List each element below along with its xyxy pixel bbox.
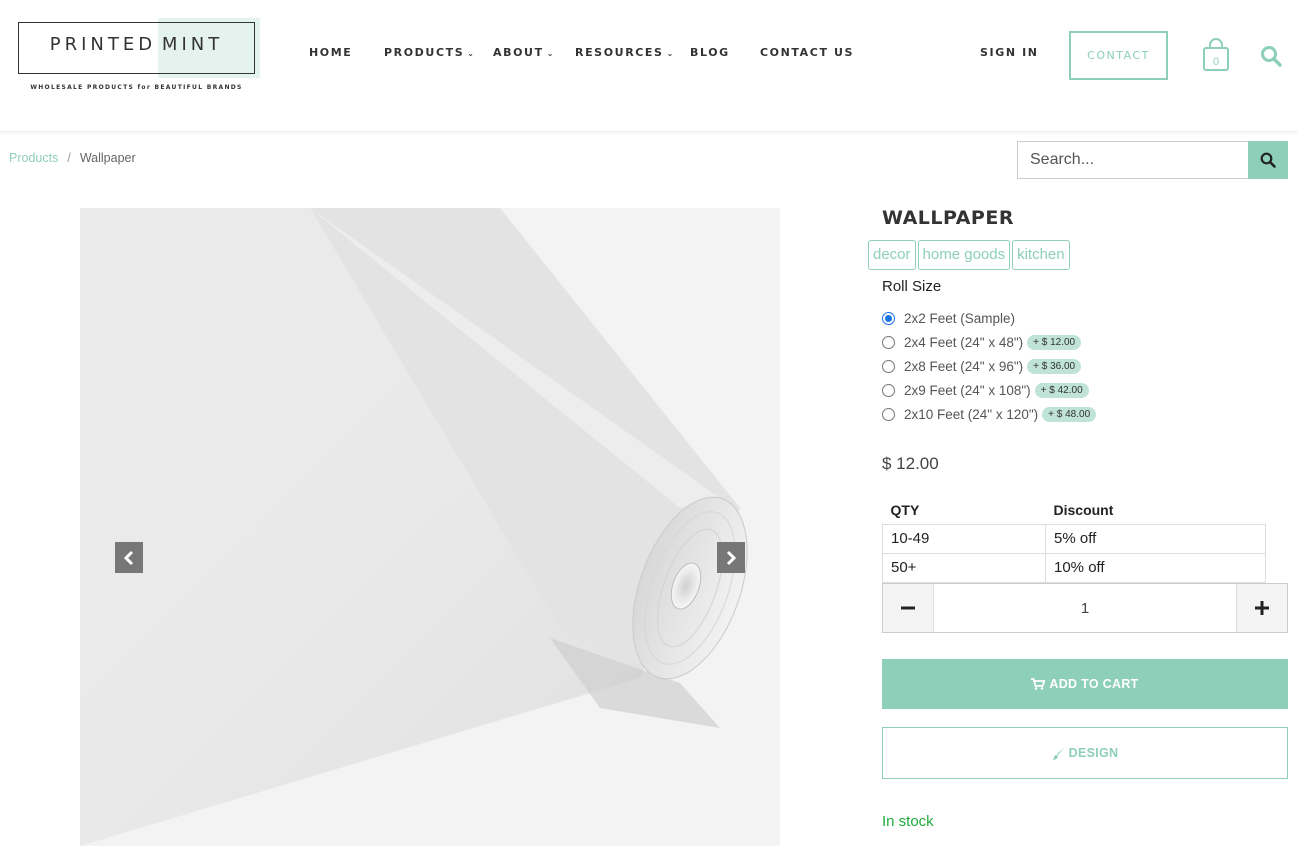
breadcrumb-current: Wallpaper <box>79 151 136 165</box>
cart-icon <box>1031 678 1046 690</box>
brush-icon <box>1052 747 1064 760</box>
roll-size-option[interactable]: 2x2 Feet (Sample) <box>882 311 1015 326</box>
nav-products[interactable]: PRODUCTS ⌄ <box>384 46 476 59</box>
wallpaper-roll-image <box>80 208 780 846</box>
quantity-input[interactable] <box>933 584 1237 632</box>
nav-blog[interactable]: BLOG <box>690 46 730 59</box>
add-to-cart-button[interactable]: ADD TO CART <box>882 659 1288 709</box>
option-label: 2x9 Feet (24" x 108") <box>904 383 1031 398</box>
plus-icon <box>1255 601 1269 615</box>
nav-home[interactable]: HOME <box>309 46 352 59</box>
minus-icon <box>901 606 915 610</box>
table-header-row: QTY Discount <box>883 497 1266 524</box>
tag-decor[interactable]: decor <box>868 240 916 270</box>
nav-resources[interactable]: RESOURCES ⌄ <box>575 46 675 59</box>
table-header-discount: Discount <box>1053 502 1114 519</box>
logo-tagline: WHOLESALE PRODUCTS for BEAUTIFUL BRANDS <box>30 84 243 91</box>
cart-count: 0 <box>1213 56 1219 68</box>
table-cell: 5% off <box>1045 523 1266 554</box>
carousel-next-button[interactable] <box>717 542 745 573</box>
table-cell: 10-49 <box>882 523 1046 554</box>
radio-button[interactable] <box>882 384 895 397</box>
nav-contact-us[interactable]: CONTACT US <box>760 46 854 59</box>
roll-size-option[interactable]: 2x10 Feet (24" x 120") + $ 48.00 <box>882 407 1097 422</box>
contact-button[interactable]: CONTACT <box>1069 31 1168 80</box>
decrease-quantity-button[interactable] <box>883 584 933 632</box>
nav-about[interactable]: ABOUT ⌄ <box>493 46 555 59</box>
chevron-left-icon <box>123 550 134 565</box>
search-form <box>1017 141 1288 179</box>
product-image-carousel <box>80 208 780 846</box>
radio-button[interactable] <box>882 312 895 325</box>
add-to-cart-label: ADD TO CART <box>1049 677 1139 691</box>
site-header: PRINTED MINT WHOLESALE PRODUCTS for BEAU… <box>0 0 1297 132</box>
option-label: 2x2 Feet (Sample) <box>904 311 1016 326</box>
search-button[interactable] <box>1248 141 1288 179</box>
chevron-down-icon: ⌄ <box>546 49 555 58</box>
increase-quantity-button[interactable] <box>1237 584 1287 632</box>
breadcrumb-separator: / <box>67 151 71 165</box>
breadcrumb: Products / Wallpaper <box>9 151 136 165</box>
brand-logo[interactable]: PRINTED MINT WHOLESALE PRODUCTS for BEAU… <box>18 18 260 96</box>
chevron-down-icon: ⌄ <box>467 49 476 58</box>
design-label: DESIGN <box>1068 746 1119 760</box>
breadcrumb-products-link[interactable]: Products <box>9 151 58 165</box>
product-price: $ 12.00 <box>882 454 939 473</box>
option-label: 2x10 Feet (24" x 120") <box>904 407 1039 422</box>
quantity-stepper <box>882 583 1288 633</box>
carousel-prev-button[interactable] <box>115 542 143 573</box>
price-extra-badge: + $ 48.00 <box>1042 407 1097 422</box>
product-tags: decor home goods kitchen <box>868 240 1070 270</box>
table-row: 10-49 5% off <box>882 523 1266 554</box>
tag-kitchen[interactable]: kitchen <box>1012 240 1070 270</box>
roll-size-label: Roll Size <box>882 278 942 295</box>
table-header-qty: QTY <box>890 502 920 519</box>
roll-size-option[interactable]: 2x8 Feet (24" x 96") + $ 36.00 <box>882 359 1082 374</box>
price-extra-badge: + $ 42.00 <box>1034 383 1089 398</box>
search-icon[interactable] <box>1260 45 1282 67</box>
product-title: WALLPAPER <box>882 207 1014 229</box>
option-label: 2x4 Feet (24" x 48") <box>904 335 1024 350</box>
table-cell: 10% off <box>1045 552 1266 583</box>
table-row: 50+ 10% off <box>882 552 1266 583</box>
tag-home-goods[interactable]: home goods <box>917 240 1011 270</box>
roll-size-option[interactable]: 2x4 Feet (24" x 48") + $ 12.00 <box>882 335 1082 350</box>
search-icon <box>1260 152 1276 168</box>
search-input[interactable] <box>1017 141 1249 179</box>
chevron-right-icon <box>726 550 737 565</box>
option-label: 2x8 Feet (24" x 96") <box>904 359 1024 374</box>
design-button[interactable]: DESIGN <box>882 727 1288 779</box>
price-extra-badge: + $ 36.00 <box>1027 359 1082 374</box>
stock-status: In stock <box>882 813 934 830</box>
radio-button[interactable] <box>882 360 895 373</box>
roll-size-option[interactable]: 2x9 Feet (24" x 108") + $ 42.00 <box>882 383 1089 398</box>
discount-table: QTY Discount 10-49 5% off 50+ 10% off <box>882 497 1266 583</box>
radio-button[interactable] <box>882 336 895 349</box>
shopping-bag-icon[interactable]: 0 <box>1202 38 1230 72</box>
nav-sign-in[interactable]: SIGN IN <box>980 46 1039 59</box>
table-cell: 50+ <box>882 552 1046 583</box>
radio-button[interactable] <box>882 408 895 421</box>
price-extra-badge: + $ 12.00 <box>1027 335 1082 350</box>
logo-wordmark: PRINTED MINT <box>49 34 224 55</box>
chevron-down-icon: ⌄ <box>666 49 675 58</box>
